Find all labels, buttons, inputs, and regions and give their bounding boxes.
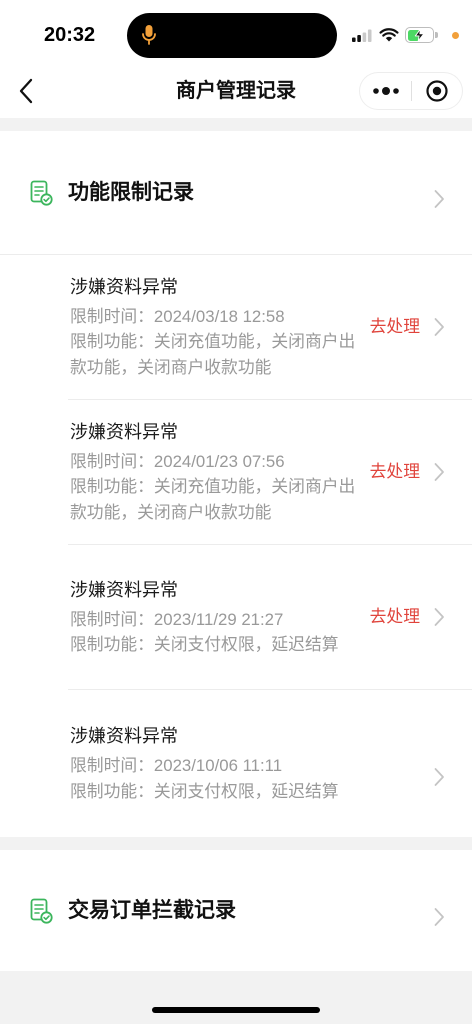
wifi-icon xyxy=(379,27,399,42)
record-title: 涉嫌资料异常 xyxy=(70,579,178,600)
home-indicator-area xyxy=(0,971,472,1023)
function-restriction-card: 功能限制记录 涉嫌资料异常 限制时间：2024/03/18 12:58 限制功能… xyxy=(0,131,472,837)
section-title: 功能限制记录 xyxy=(68,180,194,204)
chevron-right-icon xyxy=(433,607,445,627)
record-functions-value: 关闭支付权限，延迟结算 xyxy=(153,635,339,654)
more-menu-button[interactable] xyxy=(360,73,411,109)
handle-action-link[interactable]: 去处理 xyxy=(370,460,420,484)
record-document-check-icon xyxy=(30,180,53,206)
record-body: 涉嫌资料异常 限制时间：2024/01/23 07:56 限制功能：关闭充值功能… xyxy=(70,419,361,526)
record-body: 涉嫌资料异常 限制时间：2023/10/06 11:11 限制功能：关闭支付权限… xyxy=(70,723,361,804)
status-time: 20:32 xyxy=(44,24,96,46)
record-body: 涉嫌资料异常 限制时间：2023/11/29 21:27 限制功能：关闭支付权限… xyxy=(70,577,361,658)
record-functions: 限制功能：关闭充值功能，关闭商户出款功能，关闭商户收款功能 xyxy=(70,474,361,525)
section-header-function-restriction[interactable]: 功能限制记录 xyxy=(0,131,472,255)
section-header-order-interception[interactable]: 交易订单拦截记录 xyxy=(0,850,472,971)
record-time-label: 限制时间： xyxy=(70,609,154,629)
charging-bolt-icon xyxy=(412,28,427,42)
record-functions-label: 限制功能： xyxy=(70,635,154,654)
record-time-value: 2024/01/23 07:56 xyxy=(153,451,285,471)
record-time-value: 2024/03/18 12:58 xyxy=(153,306,285,326)
microphone-icon xyxy=(141,24,157,46)
record-right: 去处理 xyxy=(370,460,445,484)
chevron-right-icon xyxy=(433,462,445,482)
restriction-record-list: 涉嫌资料异常 限制时间：2024/03/18 12:58 限制功能：关闭充值功能… xyxy=(0,255,472,837)
order-interception-card: 交易订单拦截记录 xyxy=(0,850,472,971)
restriction-record-item[interactable]: 涉嫌资料异常 限制时间：2024/03/18 12:58 限制功能：关闭充值功能… xyxy=(68,255,472,400)
record-functions: 限制功能：关闭支付权限，延迟结算 xyxy=(70,779,361,805)
record-title: 涉嫌资料异常 xyxy=(70,421,178,442)
battery-nub xyxy=(435,32,438,38)
record-functions: 限制功能：关闭支付权限，延迟结算 xyxy=(70,632,361,658)
handle-action-link[interactable]: 去处理 xyxy=(370,315,420,339)
mini-program-capsule xyxy=(359,72,463,110)
chevron-right-icon xyxy=(433,317,445,337)
record-time-label: 限制时间： xyxy=(70,756,154,775)
record-right: 去处理 xyxy=(370,315,445,339)
restriction-record-item[interactable]: 涉嫌资料异常 限制时间：2023/10/06 11:11 限制功能：关闭支付权限… xyxy=(68,690,472,837)
cellular-signal-icon xyxy=(352,29,372,42)
more-dots-icon xyxy=(372,87,399,95)
record-functions-value: 关闭支付权限，延迟结算 xyxy=(153,781,339,801)
record-time-value: 2023/10/06 11:11 xyxy=(153,756,283,775)
restriction-record-item[interactable]: 涉嫌资料异常 限制时间：2024/01/23 07:56 限制功能：关闭充值功能… xyxy=(68,400,472,545)
record-time-label: 限制时间： xyxy=(70,451,154,471)
privacy-indicator-dot xyxy=(452,32,459,39)
record-time: 限制时间：2023/11/29 21:27 xyxy=(70,607,361,633)
record-functions-label: 限制功能： xyxy=(70,781,154,801)
record-right xyxy=(433,767,445,787)
record-time: 限制时间：2024/01/23 07:56 xyxy=(70,449,361,475)
chevron-right-icon xyxy=(433,767,445,787)
chevron-right-icon xyxy=(433,189,445,209)
chevron-right-icon xyxy=(433,907,445,927)
record-time-label: 限制时间： xyxy=(70,306,154,326)
record-time: 限制时间：2024/03/18 12:58 xyxy=(70,304,361,330)
record-time-value: 2023/11/29 21:27 xyxy=(153,609,284,629)
handle-action-link[interactable]: 去处理 xyxy=(370,605,420,629)
record-document-check-icon xyxy=(30,898,53,924)
record-functions: 限制功能：关闭充值功能，关闭商户出款功能，关闭商户收款功能 xyxy=(70,329,361,380)
record-functions-label: 限制功能： xyxy=(70,332,154,352)
record-body: 涉嫌资料异常 限制时间：2024/03/18 12:58 限制功能：关闭充值功能… xyxy=(70,274,361,381)
section-title: 交易订单拦截记录 xyxy=(68,898,236,922)
record-title: 涉嫌资料异常 xyxy=(70,276,178,297)
status-bar: 20:32 xyxy=(0,0,472,65)
restriction-record-item[interactable]: 涉嫌资料异常 限制时间：2023/11/29 21:27 限制功能：关闭支付权限… xyxy=(68,545,472,690)
navigation-bar: 商户管理记录 xyxy=(0,65,472,118)
record-title: 涉嫌资料异常 xyxy=(70,726,178,746)
home-indicator[interactable] xyxy=(152,1007,320,1013)
record-right: 去处理 xyxy=(370,605,445,629)
battery-icon xyxy=(405,27,439,43)
target-circle-icon xyxy=(426,80,448,102)
record-time: 限制时间：2023/10/06 11:11 xyxy=(70,753,361,779)
record-functions-label: 限制功能： xyxy=(70,477,154,497)
close-mini-program-button[interactable] xyxy=(412,73,462,109)
dynamic-island xyxy=(127,13,337,58)
